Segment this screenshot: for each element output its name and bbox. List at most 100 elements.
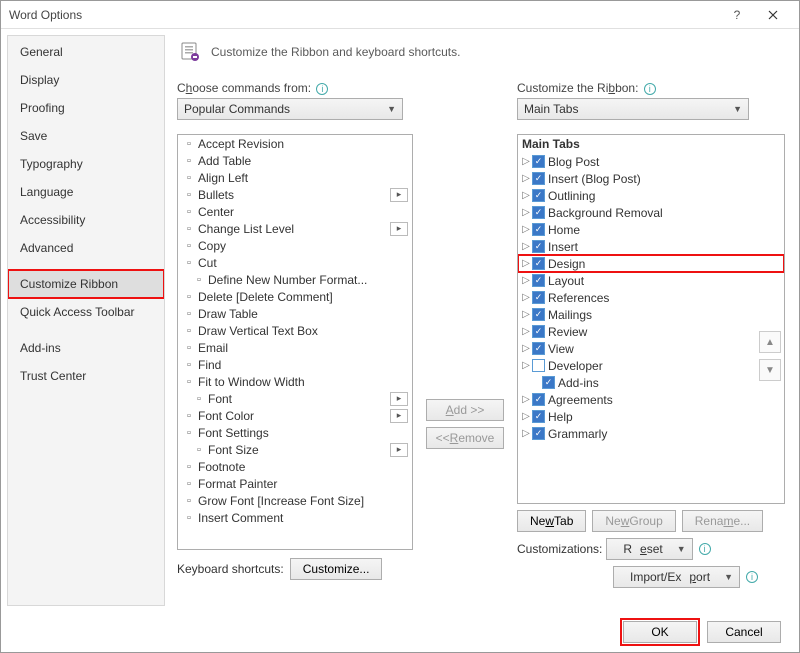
info-icon[interactable]: i <box>746 571 758 583</box>
tree-row[interactable]: ▷✓View <box>518 340 784 357</box>
expander-icon[interactable]: ▷ <box>520 394 532 405</box>
commands-from-dropdown[interactable]: Popular Commands ▼ <box>177 98 403 120</box>
sidebar-item-save[interactable]: Save <box>8 122 164 150</box>
sidebar-item-accessibility[interactable]: Accessibility <box>8 206 164 234</box>
tree-row[interactable]: ▷✓Grammarly <box>518 425 784 442</box>
tree-row[interactable]: ▷✓Layout <box>518 272 784 289</box>
add-button[interactable]: Add >> <box>426 399 504 421</box>
tree-row[interactable]: ▷✓Mailings <box>518 306 784 323</box>
command-item[interactable]: ▫Insert Comment <box>178 509 412 526</box>
commands-listbox[interactable]: ▫Accept Revision▫Add Table▫Align Left▫Bu… <box>177 134 413 550</box>
checkbox[interactable]: ✓ <box>532 393 545 406</box>
tabs-tree[interactable]: Main Tabs▷✓Blog Post▷✓Insert (Blog Post)… <box>517 134 785 504</box>
checkbox[interactable]: ✓ <box>532 172 545 185</box>
expander-icon[interactable]: ▷ <box>520 292 532 303</box>
command-item[interactable]: ▫Bullets▸ <box>178 186 412 203</box>
command-item[interactable]: ▫Add Table <box>178 152 412 169</box>
command-item[interactable]: ▫Cut <box>178 254 412 271</box>
expander-icon[interactable]: ▷ <box>520 428 532 439</box>
tree-row[interactable]: ▷✓Blog Post <box>518 153 784 170</box>
command-item[interactable]: ▫Accept Revision <box>178 135 412 152</box>
command-item[interactable]: ▫Copy <box>178 237 412 254</box>
expander-icon[interactable]: ▷ <box>520 207 532 218</box>
command-item[interactable]: ▫Change List Level▸ <box>178 220 412 237</box>
new-group-button[interactable]: New Group <box>592 510 675 532</box>
command-item[interactable]: ▫Align Left <box>178 169 412 186</box>
tree-row[interactable]: ▷✓Design <box>518 255 784 272</box>
sidebar-item-typography[interactable]: Typography <box>8 150 164 178</box>
import-export-button[interactable]: Import/Export ▼ <box>613 566 740 588</box>
checkbox[interactable]: ✓ <box>532 410 545 423</box>
tree-row[interactable]: ▷✓Help <box>518 408 784 425</box>
expander-icon[interactable]: ▷ <box>520 275 532 286</box>
checkbox[interactable]: ✓ <box>532 427 545 440</box>
tree-row[interactable]: ▷✓References <box>518 289 784 306</box>
info-icon[interactable]: i <box>699 543 711 555</box>
info-icon[interactable]: i <box>644 83 656 95</box>
checkbox[interactable]: ✓ <box>532 325 545 338</box>
sidebar-item-trust-center[interactable]: Trust Center <box>8 362 164 390</box>
sidebar-item-display[interactable]: Display <box>8 66 164 94</box>
command-item[interactable]: ▫Draw Vertical Text Box <box>178 322 412 339</box>
expander-icon[interactable]: ▷ <box>520 224 532 235</box>
command-item[interactable]: ▫Font Settings <box>178 424 412 441</box>
expander-icon[interactable]: ▷ <box>520 360 532 371</box>
checkbox[interactable]: ✓ <box>532 240 545 253</box>
checkbox[interactable]: ✓ <box>532 274 545 287</box>
command-item[interactable]: ▫Find <box>178 356 412 373</box>
command-item[interactable]: ▫Font▸ <box>178 390 412 407</box>
checkbox[interactable]: ✓ <box>532 223 545 236</box>
tree-row[interactable]: ▷Developer <box>518 357 784 374</box>
checkbox[interactable]: ✓ <box>532 291 545 304</box>
new-tab-button[interactable]: New Tab <box>517 510 586 532</box>
command-item[interactable]: ▫Grow Font [Increase Font Size] <box>178 492 412 509</box>
tree-row[interactable]: ▷✓Review <box>518 323 784 340</box>
close-button[interactable] <box>755 3 791 27</box>
tree-row[interactable]: ▷✓Insert <box>518 238 784 255</box>
command-item[interactable]: ▫Fit to Window Width <box>178 373 412 390</box>
checkbox[interactable]: ✓ <box>532 257 545 270</box>
checkbox[interactable] <box>532 359 545 372</box>
checkbox[interactable]: ✓ <box>532 155 545 168</box>
sidebar-item-add-ins[interactable]: Add-ins <box>8 334 164 362</box>
expander-icon[interactable]: ▷ <box>520 309 532 320</box>
customize-shortcuts-button[interactable]: Customize... <box>290 558 383 580</box>
sidebar-item-advanced[interactable]: Advanced <box>8 234 164 262</box>
rename-button[interactable]: Rename... <box>682 510 763 532</box>
move-down-button[interactable]: ▼ <box>759 359 781 381</box>
cancel-button[interactable]: Cancel <box>707 621 781 643</box>
command-item[interactable]: ▫Email <box>178 339 412 356</box>
tree-row[interactable]: ▷✓Outlining <box>518 187 784 204</box>
checkbox[interactable]: ✓ <box>532 342 545 355</box>
checkbox[interactable]: ✓ <box>532 189 545 202</box>
help-button[interactable]: ? <box>719 3 755 27</box>
expander-icon[interactable]: ▷ <box>520 258 532 269</box>
expander-icon[interactable]: ▷ <box>520 190 532 201</box>
expander-icon[interactable]: ▷ <box>520 173 532 184</box>
checkbox[interactable]: ✓ <box>532 206 545 219</box>
command-item[interactable]: ▫Define New Number Format... <box>178 271 412 288</box>
tree-row[interactable]: ▷✓Insert (Blog Post) <box>518 170 784 187</box>
sidebar-item-customize-ribbon[interactable]: Customize Ribbon <box>8 270 164 298</box>
command-item[interactable]: ▫Format Painter <box>178 475 412 492</box>
expander-icon[interactable]: ▷ <box>520 411 532 422</box>
tree-row[interactable]: ▷✓Background Removal <box>518 204 784 221</box>
checkbox[interactable]: ✓ <box>542 376 555 389</box>
command-item[interactable]: ▫Footnote <box>178 458 412 475</box>
checkbox[interactable]: ✓ <box>532 308 545 321</box>
sidebar-item-quick-access-toolbar[interactable]: Quick Access Toolbar <box>8 298 164 326</box>
command-item[interactable]: ▫Draw Table <box>178 305 412 322</box>
command-item[interactable]: ▫Font Color▸ <box>178 407 412 424</box>
tree-row[interactable]: ✓Add-ins <box>518 374 784 391</box>
expander-icon[interactable]: ▷ <box>520 241 532 252</box>
ok-button[interactable]: OK <box>623 621 697 643</box>
command-item[interactable]: ▫Font Size▸ <box>178 441 412 458</box>
expander-icon[interactable]: ▷ <box>520 156 532 167</box>
remove-button[interactable]: << Remove <box>426 427 504 449</box>
tree-row[interactable]: ▷✓Home <box>518 221 784 238</box>
sidebar-item-general[interactable]: General <box>8 38 164 66</box>
command-item[interactable]: ▫Delete [Delete Comment] <box>178 288 412 305</box>
expander-icon[interactable]: ▷ <box>520 326 532 337</box>
sidebar-item-language[interactable]: Language <box>8 178 164 206</box>
reset-button[interactable]: Reset ▼ <box>606 538 692 560</box>
